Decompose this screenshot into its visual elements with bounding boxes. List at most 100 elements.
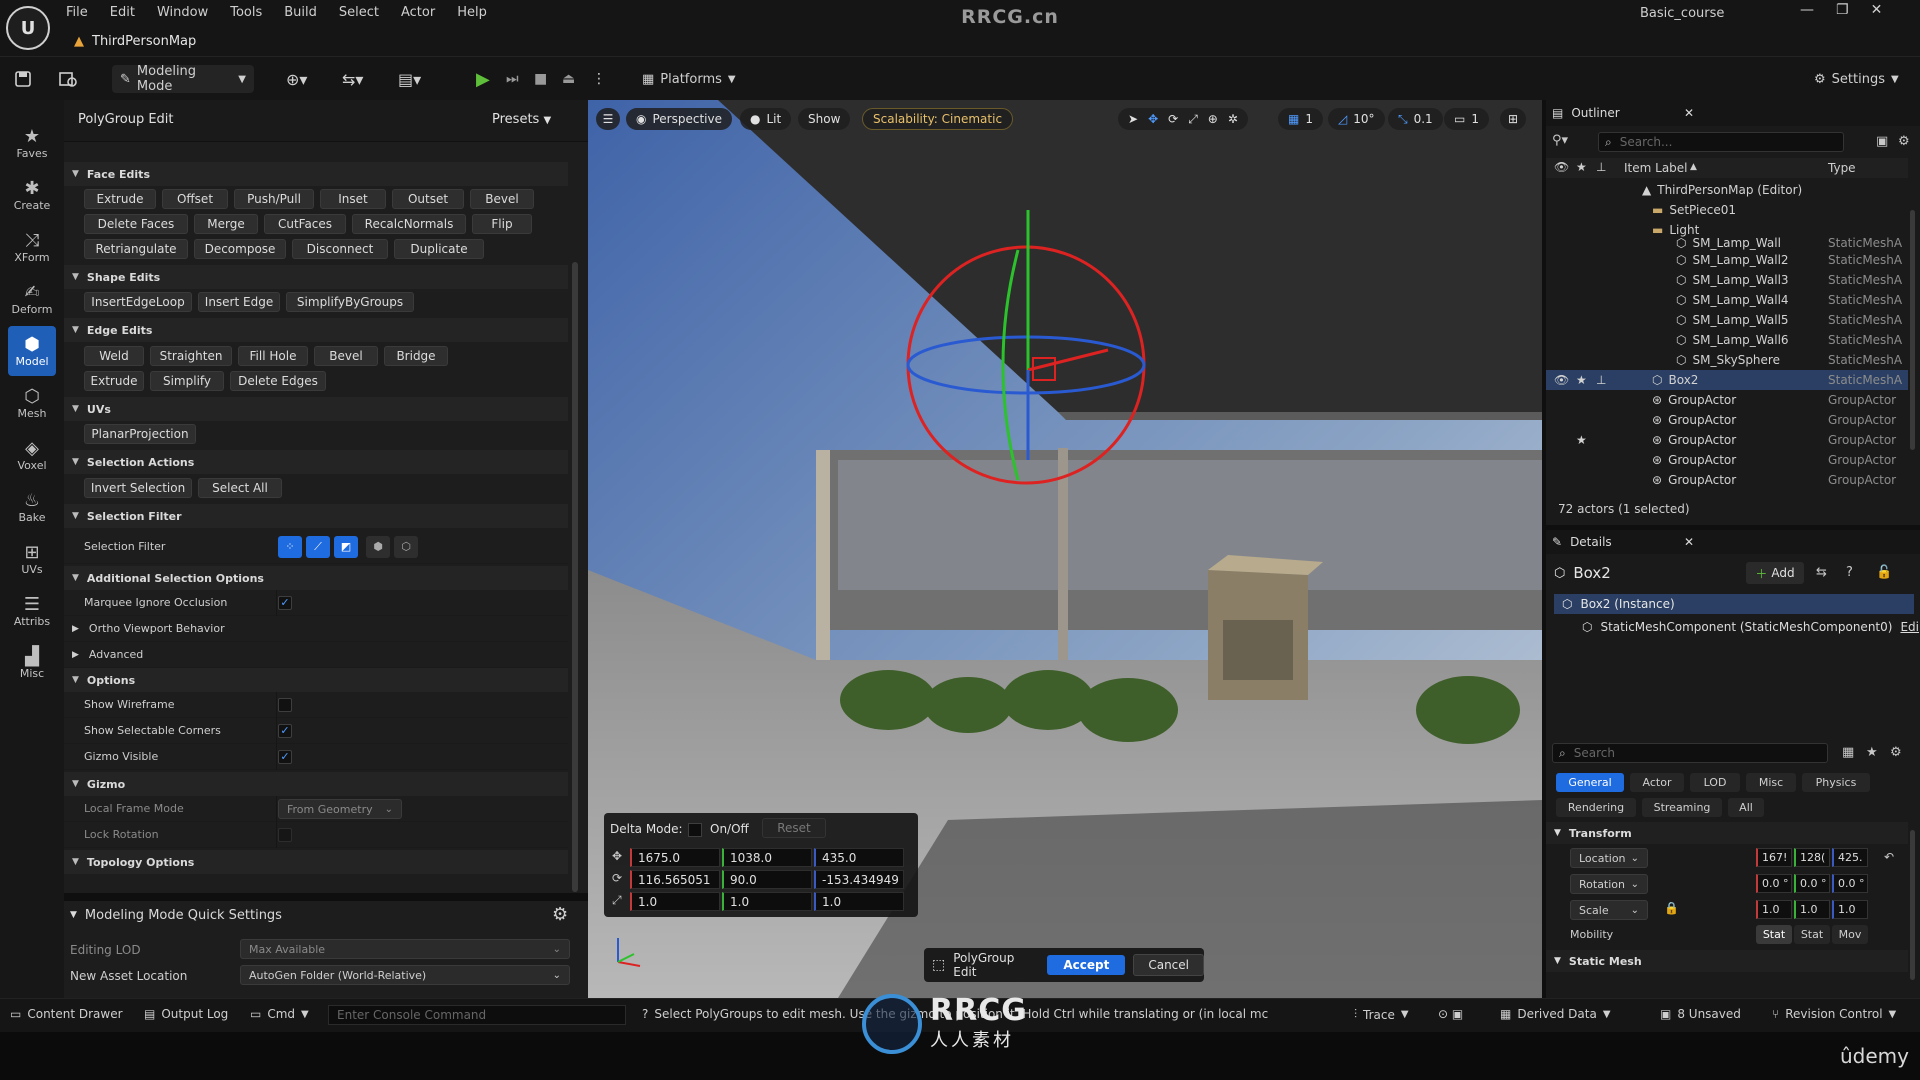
details-search-input[interactable]: ⌕ Search <box>1552 743 1828 763</box>
section-gizmo[interactable]: ▼ Gizmo <box>64 772 568 796</box>
new-folder-icon[interactable]: ▣ <box>1876 134 1888 149</box>
gear-icon[interactable]: ⚙ <box>552 904 568 925</box>
palette-faves[interactable]: ★ Faves <box>8 118 56 168</box>
offset-button[interactable]: Offset <box>162 189 228 209</box>
rotation-dropdown[interactable]: Rotation ⌄ <box>1570 874 1648 894</box>
simplify-by-groups-button[interactable]: SimplifyByGroups <box>286 292 414 312</box>
outliner-row[interactable]: ⬡ SM_Lamp_Wall5 StaticMeshA <box>1546 310 1908 330</box>
delta-scale-x[interactable]: 1.0 <box>630 892 720 911</box>
star-icon[interactable]: ★ <box>1576 433 1587 447</box>
extrude-button[interactable]: Extrude <box>84 189 156 209</box>
delta-reset-button[interactable]: Reset <box>762 818 826 838</box>
delete-faces-button[interactable]: Delete Faces <box>84 214 188 234</box>
close-icon[interactable]: ✕ <box>1684 106 1694 120</box>
panel-scrollbar[interactable] <box>572 262 578 892</box>
section-transform[interactable]: ▼ Transform <box>1546 822 1908 844</box>
simplify-button[interactable]: Simplify <box>150 371 224 391</box>
rotation-z[interactable]: 0.0 ° <box>1832 874 1868 893</box>
visibility-icon[interactable]: 👁 <box>1554 373 1569 387</box>
duplicate-button[interactable]: Duplicate <box>394 239 484 259</box>
layout-icon[interactable]: ⊞ <box>1500 108 1526 130</box>
scale-z[interactable]: 1.0 <box>1832 900 1868 919</box>
camera-speed[interactable]: ▭ 1 <box>1444 108 1489 130</box>
scalability-badge[interactable]: Scalability: Cinematic <box>862 108 1014 130</box>
presets-dropdown[interactable]: Presets ▼ <box>492 112 551 127</box>
outliner-row[interactable]: ⬡ SM_Lamp_Wall3 StaticMeshA <box>1546 270 1908 290</box>
filter-icon[interactable]: ⚲▾ <box>1552 133 1568 148</box>
star-icon[interactable]: ★ <box>1576 373 1587 387</box>
palette-voxel[interactable]: ◈ Voxel <box>8 430 56 480</box>
section-topology-options[interactable]: ▼ Topology Options <box>64 850 568 874</box>
insert-edge-loop-button[interactable]: InsertEdgeLoop <box>84 292 192 312</box>
tab-streaming[interactable]: Streaming <box>1642 798 1722 817</box>
perspective-dropdown[interactable]: ◉ Perspective <box>626 108 732 130</box>
angle-snap[interactable]: ◿ 10° <box>1328 108 1385 130</box>
location-x[interactable]: 167! <box>1756 848 1792 867</box>
push-pull-button[interactable]: Push/Pull <box>234 189 314 209</box>
outset-button[interactable]: Outset <box>392 189 464 209</box>
menu-actor[interactable]: Actor <box>401 3 447 23</box>
outliner-row[interactable]: ⬡ SM_Lamp_Wall StaticMeshA <box>1546 236 1908 250</box>
menu-file[interactable]: File <box>66 3 100 23</box>
quick-settings-header[interactable]: ▼ Modeling Mode Quick Settings <box>64 903 588 927</box>
tab-lod[interactable]: LOD <box>1690 773 1740 792</box>
marquee-ignore-occlusion-checkbox[interactable]: ✓ <box>278 595 292 610</box>
new-asset-location-dropdown[interactable]: AutoGen Folder (World-Relative) ⌄ <box>240 965 570 985</box>
delta-loc-x[interactable]: 1675.0 <box>630 848 720 867</box>
delta-loc-z[interactable]: 435.0 <box>814 848 904 867</box>
gear-icon[interactable]: ⚙ <box>1898 134 1910 149</box>
section-selection-actions[interactable]: ▼ Selection Actions <box>64 450 568 474</box>
inset-button[interactable]: Inset <box>320 189 386 209</box>
rotation-y[interactable]: 0.0 ° <box>1794 874 1830 893</box>
outliner-row[interactable]: ⊛ GroupActor GroupActor <box>1546 470 1908 490</box>
delete-edges-button[interactable]: Delete Edges <box>230 371 326 391</box>
translate-tool-icon[interactable]: ✥ <box>1148 112 1158 126</box>
modeling-mode-dropdown[interactable]: ✎ Modeling Mode ▼ <box>112 64 254 94</box>
outliner-row[interactable]: ▬ SetPiece01 <box>1546 200 1908 220</box>
straighten-button[interactable]: Straighten <box>150 346 232 366</box>
delta-scale-y[interactable]: 1.0 <box>722 892 812 911</box>
menu-window[interactable]: Window <box>157 3 220 23</box>
mobility-movable[interactable]: Mov <box>1832 925 1868 944</box>
palette-mesh[interactable]: ⬡ Mesh <box>8 378 56 428</box>
palette-xform[interactable]: ⤨ XForm <box>8 222 56 272</box>
section-uvs[interactable]: ▼ UVs <box>64 397 568 421</box>
outliner-row[interactable]: ⊛ GroupActor GroupActor <box>1546 410 1908 430</box>
cancel-button[interactable]: Cancel <box>1133 954 1204 976</box>
group-filter-icon[interactable]: ⬢ <box>366 536 390 558</box>
bevel-edge-button[interactable]: Bevel <box>314 346 378 366</box>
delta-rot-z[interactable]: -153.434949 <box>814 870 904 889</box>
planar-projection-button[interactable]: PlanarProjection <box>84 424 196 444</box>
lock-rotation-checkbox[interactable] <box>278 827 292 842</box>
revision-control-dropdown[interactable]: ⑂ Revision Control ▼ <box>1772 1007 1896 1021</box>
cinematics-icon[interactable]: ▤▾ <box>398 65 421 93</box>
location-z[interactable]: 425. <box>1832 848 1868 867</box>
menu-help[interactable]: Help <box>457 3 499 23</box>
pin-icon[interactable]: ⊥ <box>1596 373 1606 387</box>
palette-misc[interactable]: ▟ Misc <box>8 638 56 688</box>
lock-icon[interactable]: 🔒 <box>1664 901 1679 915</box>
col-type[interactable]: Type <box>1828 161 1856 175</box>
scale-dropdown[interactable]: Scale ⌄ <box>1570 900 1648 920</box>
scale-x[interactable]: 1.0 <box>1756 900 1792 919</box>
ortho-viewport-behavior-row[interactable]: ▶ Ortho Viewport Behavior <box>64 616 568 642</box>
show-selectable-corners-checkbox[interactable]: ✓ <box>278 723 292 738</box>
tab-general[interactable]: General <box>1556 773 1624 792</box>
outliner-row[interactable]: ⬡ SM_SkySphere StaticMeshA <box>1546 350 1908 370</box>
restore-icon[interactable]: ❐ <box>1836 2 1849 18</box>
outliner-row[interactable]: ⬡ SM_Lamp_Wall6 StaticMeshA <box>1546 330 1908 350</box>
stop-icon[interactable]: ■ <box>534 65 547 93</box>
blueprint-icon[interactable]: ⇆ <box>1816 565 1827 580</box>
lit-dropdown[interactable]: ● Lit <box>740 108 792 130</box>
show-dropdown[interactable]: Show <box>798 108 851 130</box>
delta-loc-y[interactable]: 1038.0 <box>722 848 812 867</box>
outliner-row[interactable]: ★ ⊛ GroupActor GroupActor <box>1546 430 1908 450</box>
section-additional-selection-options[interactable]: ▼ Additional Selection Options <box>64 566 568 590</box>
palette-attribs[interactable]: ☰ Attribs <box>8 586 56 636</box>
outliner-tab[interactable]: ▤ Outliner ✕ <box>1546 100 1920 126</box>
tab-misc[interactable]: Misc <box>1746 773 1796 792</box>
outliner-row[interactable]: ⊛ GroupActor GroupActor <box>1546 450 1908 470</box>
outliner-row[interactable]: ⊛ GroupActor GroupActor <box>1546 390 1908 410</box>
menu-select[interactable]: Select <box>339 3 391 23</box>
output-log-button[interactable]: ▤ Output Log <box>144 1007 228 1021</box>
